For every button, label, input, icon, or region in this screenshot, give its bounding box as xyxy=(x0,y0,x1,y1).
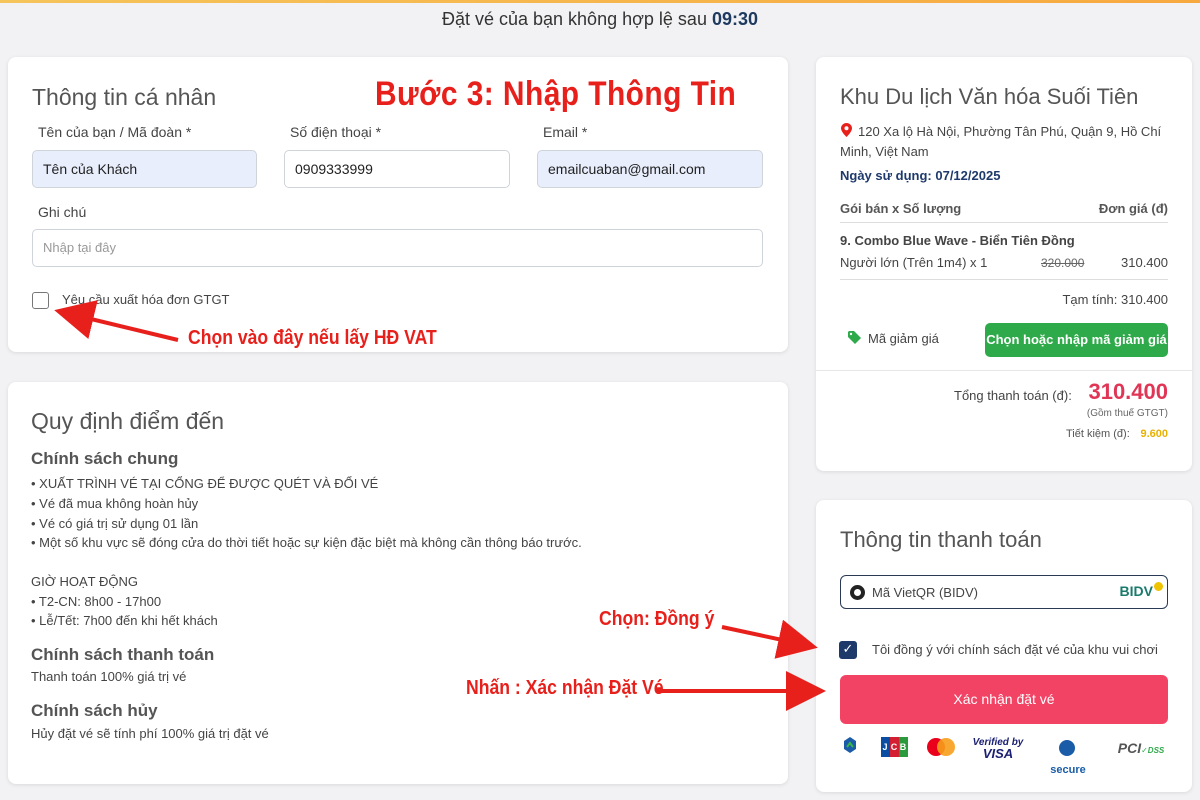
agree-arrow xyxy=(721,619,818,659)
annotation-arrows xyxy=(54,300,826,711)
vat-arrow xyxy=(54,300,179,342)
